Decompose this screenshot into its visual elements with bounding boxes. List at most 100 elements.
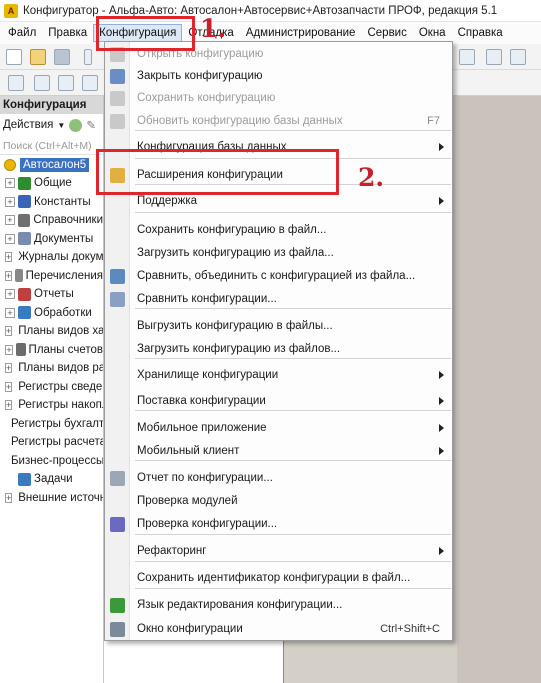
annotation-box-2 bbox=[96, 149, 339, 195]
annotation-label-2: 2. bbox=[358, 163, 385, 192]
menu-item[interactable]: Рефакторинг bbox=[105, 540, 452, 562]
menu-separator bbox=[135, 130, 451, 131]
list-icon[interactable] bbox=[34, 75, 50, 91]
pencil-icon[interactable]: ✎ bbox=[86, 118, 96, 132]
menu-item[interactable]: Поставка конфигурации bbox=[105, 390, 452, 412]
menu-item[interactable]: Хранилище конфигурации bbox=[105, 364, 452, 386]
menu-item[interactable]: Проверка конфигурации... bbox=[105, 513, 452, 535]
expand-icon[interactable]: + bbox=[5, 307, 15, 318]
expand-icon[interactable]: + bbox=[5, 381, 13, 392]
expand-icon[interactable]: + bbox=[5, 344, 13, 355]
menu-item[interactable]: Загрузить конфигурацию из файлов... bbox=[105, 338, 452, 360]
sync-icon[interactable] bbox=[486, 49, 502, 65]
menu-item[interactable]: Язык редактирования конфигурации... bbox=[105, 594, 452, 616]
menu-item-label: Язык редактирования конфигурации... bbox=[137, 599, 343, 611]
tree-item[interactable]: + Отчеты bbox=[0, 285, 103, 304]
submenu-arrow-icon bbox=[439, 143, 444, 151]
menu-item[interactable]: Закрыть конфигурацию bbox=[105, 65, 452, 87]
menu-separator bbox=[135, 561, 451, 562]
tree-item[interactable]: Задачи bbox=[0, 470, 103, 489]
menu-service[interactable]: Сервис bbox=[361, 24, 412, 42]
menu-separator bbox=[135, 308, 451, 309]
tree-item[interactable]: + Планы счетов bbox=[0, 341, 103, 360]
menu-item[interactable]: Мобильный клиент bbox=[105, 440, 452, 462]
common-icon bbox=[18, 176, 31, 190]
menu-item-label: Загрузить конфигурацию из файлов... bbox=[137, 343, 341, 355]
tree-item-label: Журналы документов bbox=[18, 251, 104, 264]
menu-item-label: Мобильный клиент bbox=[137, 445, 240, 457]
submenu-arrow-icon bbox=[439, 447, 444, 455]
tree-root[interactable]: Автосалон5 bbox=[0, 156, 103, 174]
expand-icon[interactable]: + bbox=[5, 252, 13, 263]
menu-item[interactable]: Сравнить конфигурации... bbox=[105, 288, 452, 310]
tree-item[interactable]: + Общие bbox=[0, 174, 103, 193]
chevron-down-icon[interactable]: ▼ bbox=[57, 121, 65, 130]
expand-icon[interactable]: + bbox=[5, 270, 13, 281]
tree-item[interactable]: + Обработки bbox=[0, 304, 103, 323]
tree-item[interactable]: + Регистры накопления bbox=[0, 396, 103, 415]
tree-item[interactable]: + Внешние источники данных bbox=[0, 489, 103, 508]
database-icon[interactable] bbox=[58, 75, 74, 91]
root-label[interactable]: Автосалон5 bbox=[20, 158, 90, 172]
submenu-arrow-icon bbox=[439, 371, 444, 379]
menu-item-label: Обновить конфигурацию базы данных bbox=[137, 115, 343, 127]
menu-item[interactable]: Сохранить идентификатор конфигурации в ф… bbox=[105, 567, 452, 589]
menu-item-label: Хранилище конфигурации bbox=[137, 369, 279, 381]
tree-item[interactable]: + Регистры сведений bbox=[0, 378, 103, 397]
new-file-icon[interactable] bbox=[6, 49, 22, 65]
tree-item[interactable]: + Журналы документов bbox=[0, 248, 103, 267]
windows-icon[interactable] bbox=[510, 49, 526, 65]
menu-help[interactable]: Справка bbox=[452, 24, 509, 42]
app-logo-icon: А bbox=[4, 3, 18, 18]
update-icon[interactable] bbox=[82, 75, 98, 91]
catalogs-icon bbox=[17, 213, 31, 227]
tree-item[interactable]: + Перечисления bbox=[0, 267, 103, 286]
expand-icon[interactable]: + bbox=[5, 196, 15, 207]
menu-item-label: Поддержка bbox=[137, 195, 197, 207]
menu-item[interactable]: Мобильное приложение bbox=[105, 417, 452, 439]
tree-item[interactable]: + Константы bbox=[0, 193, 103, 212]
tree-item[interactable]: + Планы видов расчета bbox=[0, 359, 103, 378]
expand-icon[interactable]: + bbox=[5, 215, 15, 226]
tree-item[interactable]: + Планы видов характеристик bbox=[0, 322, 103, 341]
menu-item-label: Сравнить, объединить с конфигурацией из … bbox=[137, 270, 416, 282]
open-folder-icon[interactable] bbox=[30, 49, 46, 65]
menu-administration[interactable]: Администрирование bbox=[240, 24, 362, 42]
menu-item[interactable]: Сравнить, объединить с конфигурацией из … bbox=[105, 265, 452, 287]
expand-icon[interactable]: + bbox=[5, 178, 15, 189]
menu-item[interactable]: Проверка модулей bbox=[105, 490, 452, 512]
menu-windows[interactable]: Окна bbox=[413, 24, 452, 42]
menu-item[interactable]: Загрузить конфигурацию из файла... bbox=[105, 242, 452, 264]
menu-file[interactable]: Файл bbox=[2, 24, 42, 42]
language-icon bbox=[110, 597, 125, 613]
tree-item[interactable]: + Документы bbox=[0, 230, 103, 249]
tree-item[interactable]: Регистры расчета bbox=[0, 433, 103, 452]
search-input[interactable]: Поиск (Ctrl+Alt+M) bbox=[0, 137, 103, 155]
tree-item[interactable]: + Справочники bbox=[0, 211, 103, 230]
expand-icon[interactable]: + bbox=[5, 400, 13, 411]
reports-icon bbox=[18, 287, 31, 301]
expand-icon[interactable]: + bbox=[5, 492, 13, 503]
menu-item[interactable]: Сохранить конфигурацию в файл... bbox=[105, 219, 452, 241]
tree-item-label: Перечисления bbox=[25, 269, 103, 282]
expand-icon[interactable]: + bbox=[5, 363, 13, 374]
enums-icon bbox=[15, 269, 23, 283]
menu-item[interactable]: Окно конфигурации Ctrl+Shift+C bbox=[105, 618, 452, 640]
menu-item[interactable]: Отчет по конфигурации... bbox=[105, 467, 452, 489]
tree-item[interactable]: Регистры бухгалтерии bbox=[0, 415, 103, 434]
tasks-icon bbox=[18, 472, 31, 486]
add-icon[interactable] bbox=[69, 118, 83, 132]
expand-icon[interactable]: + bbox=[5, 233, 15, 244]
cut-icon[interactable] bbox=[84, 49, 92, 65]
actions-menu[interactable]: Действия bbox=[3, 119, 53, 131]
menu-item-label: Проверка конфигурации... bbox=[137, 518, 278, 530]
menu-item-label: Сохранить конфигурацию в файл... bbox=[137, 224, 327, 236]
tree-item[interactable]: Бизнес-процессы bbox=[0, 452, 103, 471]
expand-icon[interactable]: + bbox=[5, 289, 15, 300]
expand-icon[interactable]: + bbox=[5, 326, 13, 337]
menu-item[interactable]: Выгрузить конфигурацию в файлы... bbox=[105, 315, 452, 337]
save-icon[interactable] bbox=[54, 49, 70, 65]
search-toolbar-icon[interactable] bbox=[459, 49, 475, 65]
menu-edit[interactable]: Правка bbox=[42, 24, 93, 42]
tree-icon[interactable] bbox=[8, 75, 24, 91]
